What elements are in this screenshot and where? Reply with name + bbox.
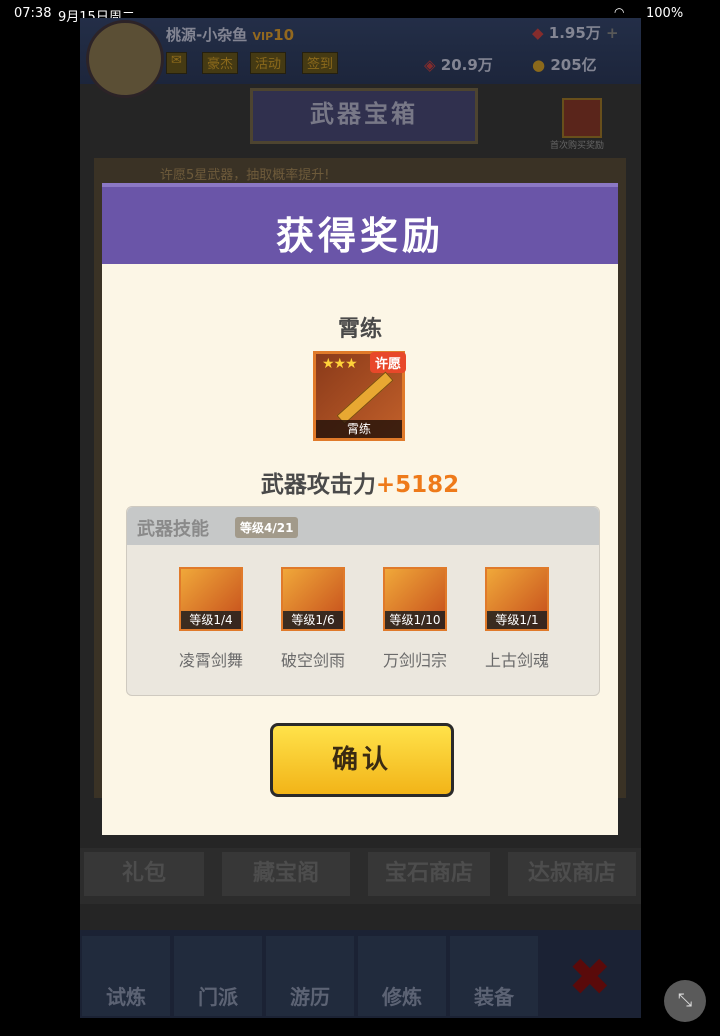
skill-item[interactable]: 等级1/1 上古剑魂 — [481, 567, 553, 673]
minimize-icon[interactable]: ⤡ — [664, 980, 706, 1022]
attack-bonus: +5182 — [375, 472, 460, 498]
wifi-icon: ◠ — [614, 5, 625, 19]
skills-panel: 武器技能 等级4/21 等级1/4 凌霄剑舞 等级1/6 破空剑雨 等级1/10… — [126, 506, 600, 696]
skill-icon: 等级1/10 — [383, 567, 447, 631]
skill-name: 万剑归宗 — [382, 651, 447, 670]
skill-item[interactable]: 等级1/10 万剑归宗 — [379, 567, 451, 673]
skill-item[interactable]: 等级1/4 凌霄剑舞 — [175, 567, 247, 673]
skills-title: 武器技能 — [137, 519, 209, 540]
skill-item[interactable]: 等级1/6 破空剑雨 — [277, 567, 349, 673]
reward-modal: 获得奖励 霄练 ★★★ 许愿 霄练 武器攻击力+5182 武器技能 等级4/21… — [102, 183, 618, 835]
wish-badge: 许愿 — [369, 352, 406, 373]
skill-icon: 等级1/6 — [281, 567, 345, 631]
skill-name: 破空剑雨 — [280, 651, 345, 670]
skill-name: 凌霄剑舞 — [178, 651, 243, 670]
star-rating: ★★★ — [322, 356, 358, 372]
skills-header: 武器技能 等级4/21 — [127, 507, 599, 545]
status-time: 07:38 — [14, 6, 52, 21]
attack-stat: 武器攻击力+5182 — [260, 472, 460, 498]
skill-name: 上古剑魂 — [484, 651, 549, 670]
modal-header: 获得奖励 — [102, 183, 618, 264]
confirm-button[interactable]: 确认 — [270, 723, 454, 797]
sword-icon — [336, 371, 394, 425]
weapon-card[interactable]: ★★★ 许愿 霄练 — [313, 351, 406, 441]
weapon-caption: 霄练 — [316, 420, 402, 438]
weapon-name: 霄练 — [337, 317, 382, 342]
skill-icon: 等级1/4 — [179, 567, 243, 631]
skill-icon: 等级1/1 — [485, 567, 549, 631]
modal-title: 获得奖励 — [275, 214, 444, 258]
skills-level: 等级4/21 — [235, 517, 299, 538]
battery-level: 100% — [646, 6, 684, 21]
